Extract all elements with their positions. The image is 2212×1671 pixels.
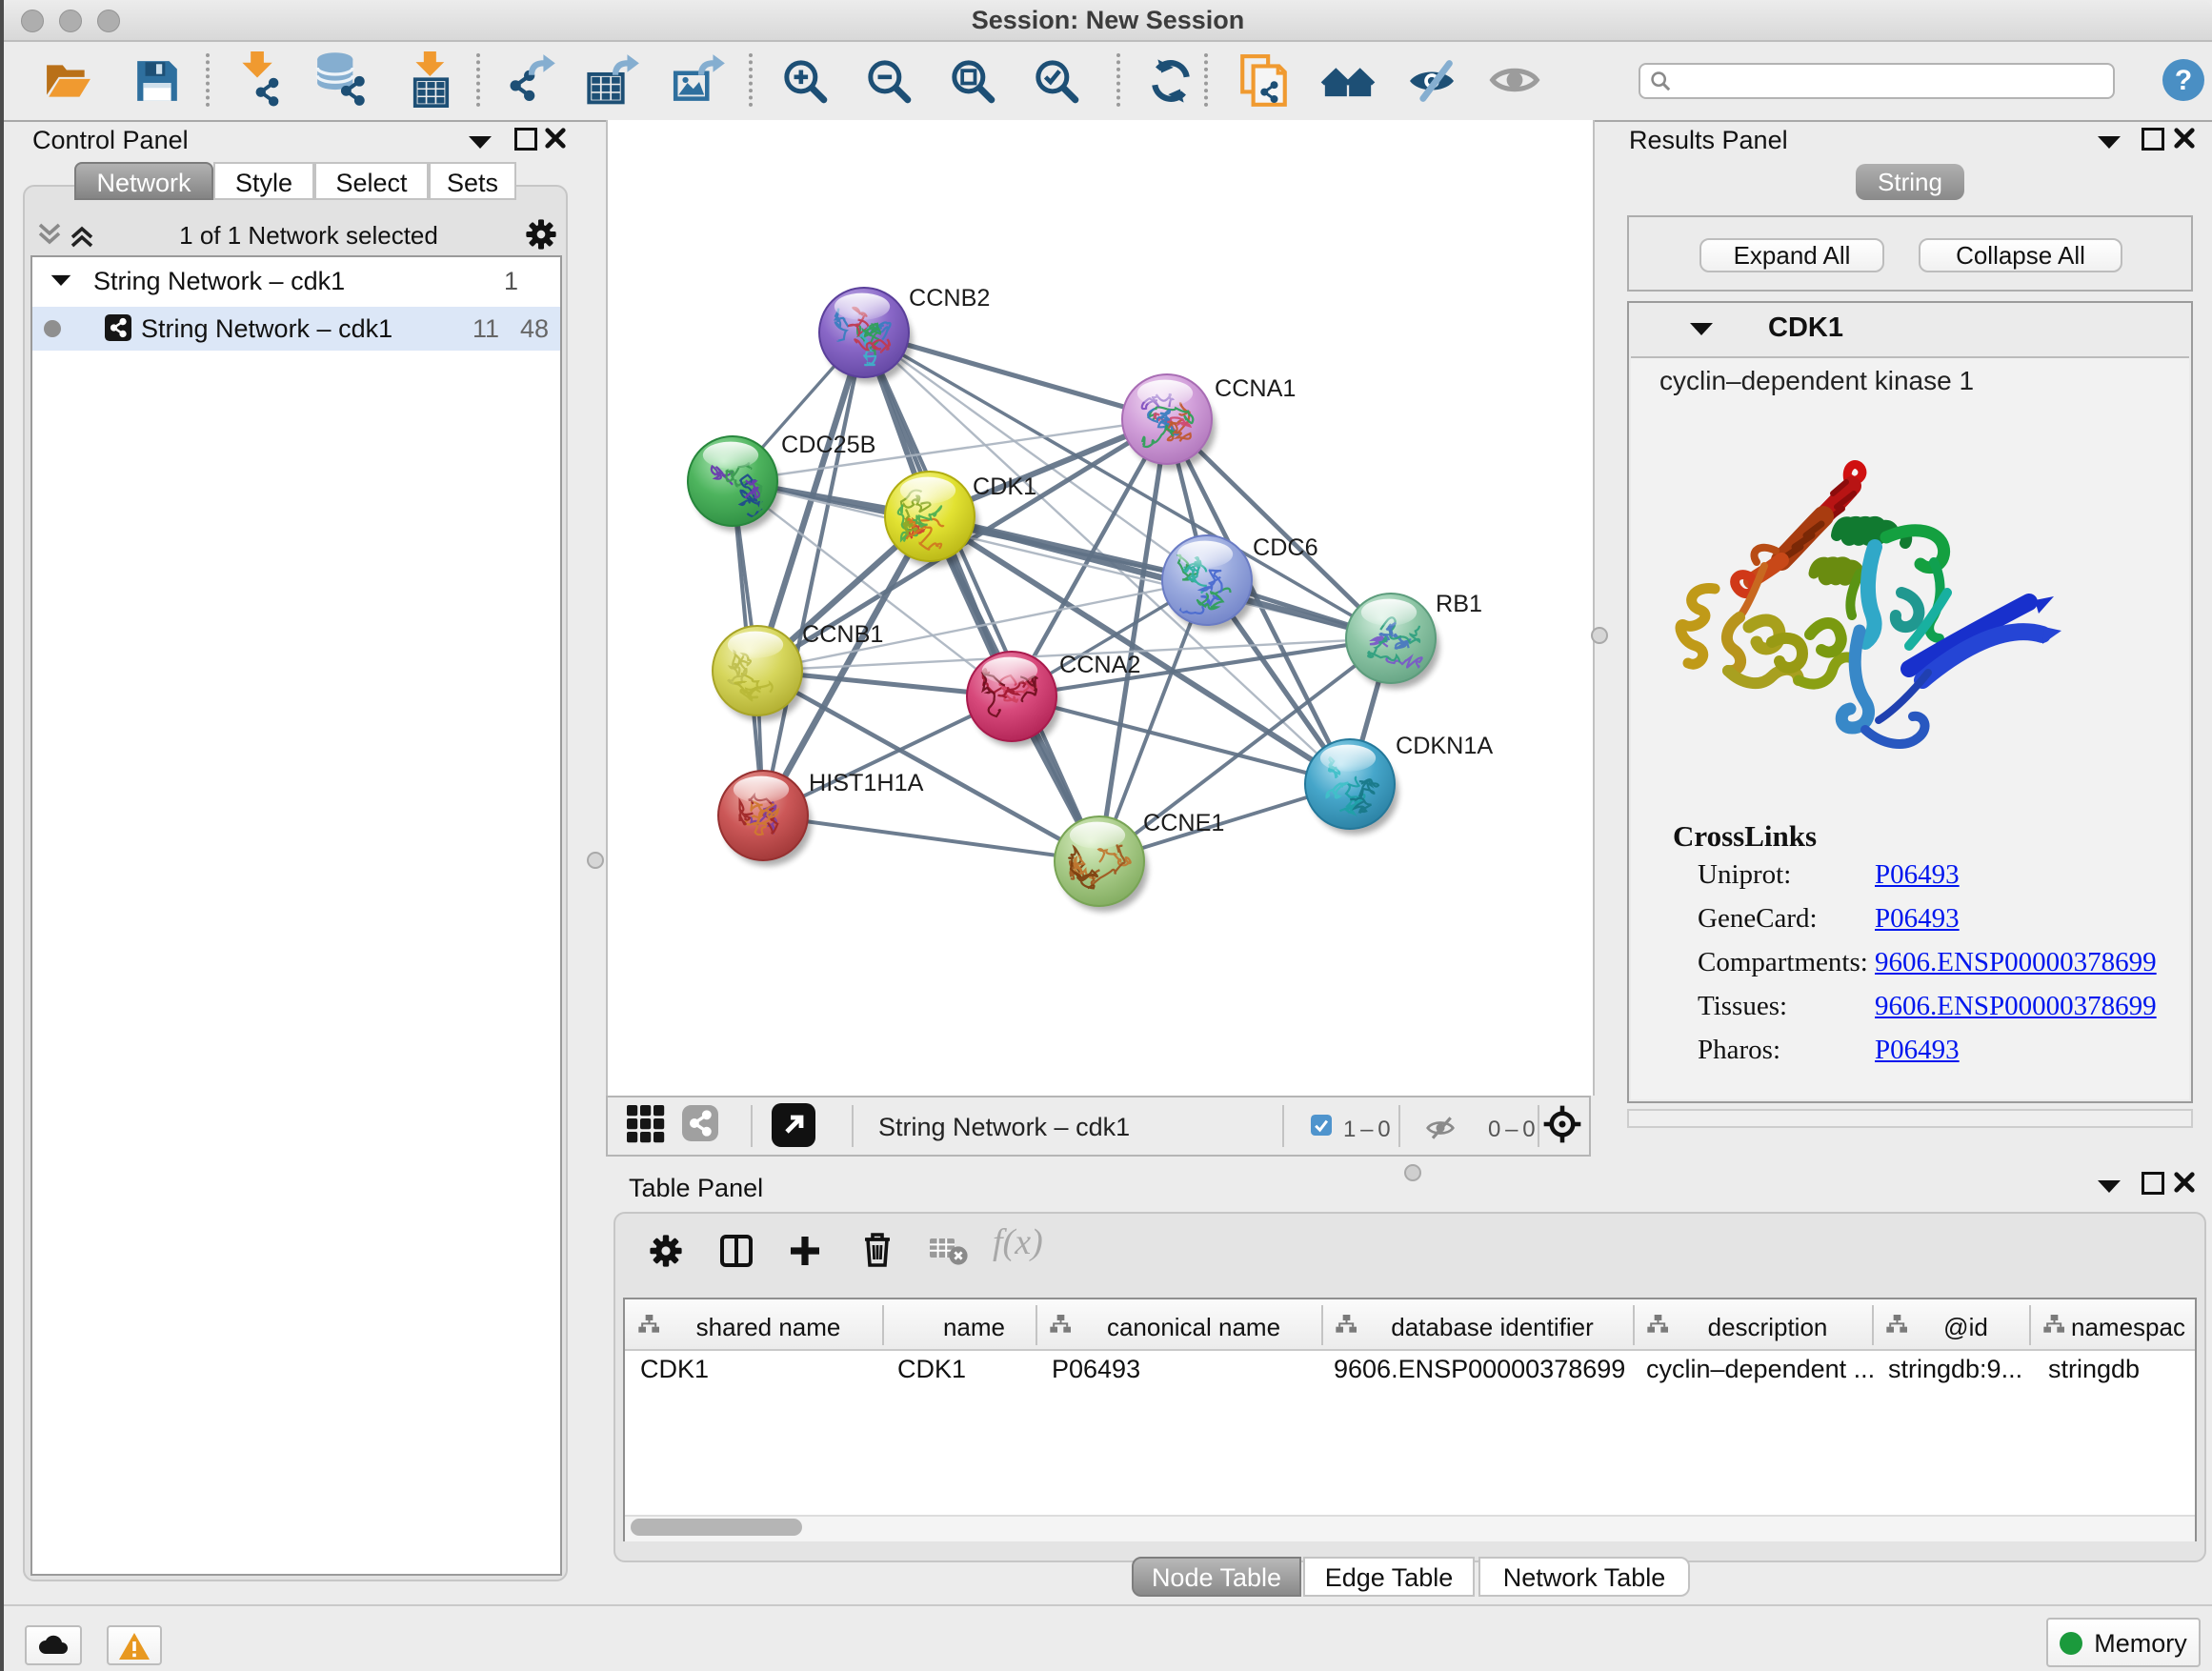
svg-text:CDKN1A: CDKN1A (1396, 733, 1493, 759)
svg-text:RB1: RB1 (1436, 591, 1482, 617)
svg-text:CCNA2: CCNA2 (1059, 652, 1140, 678)
svg-text:?: ? (2175, 65, 2192, 96)
svg-text:CDK1: CDK1 (973, 473, 1036, 500)
svg-text:CCNB1: CCNB1 (802, 621, 883, 648)
svg-text:CDC6: CDC6 (1253, 534, 1318, 561)
svg-text:CDC25B: CDC25B (781, 432, 875, 458)
svg-text:CCNA1: CCNA1 (1215, 375, 1296, 402)
svg-text:HIST1H1A: HIST1H1A (809, 770, 924, 796)
svg-text:CCNB2: CCNB2 (909, 285, 990, 312)
svg-text:CCNE1: CCNE1 (1143, 810, 1224, 836)
